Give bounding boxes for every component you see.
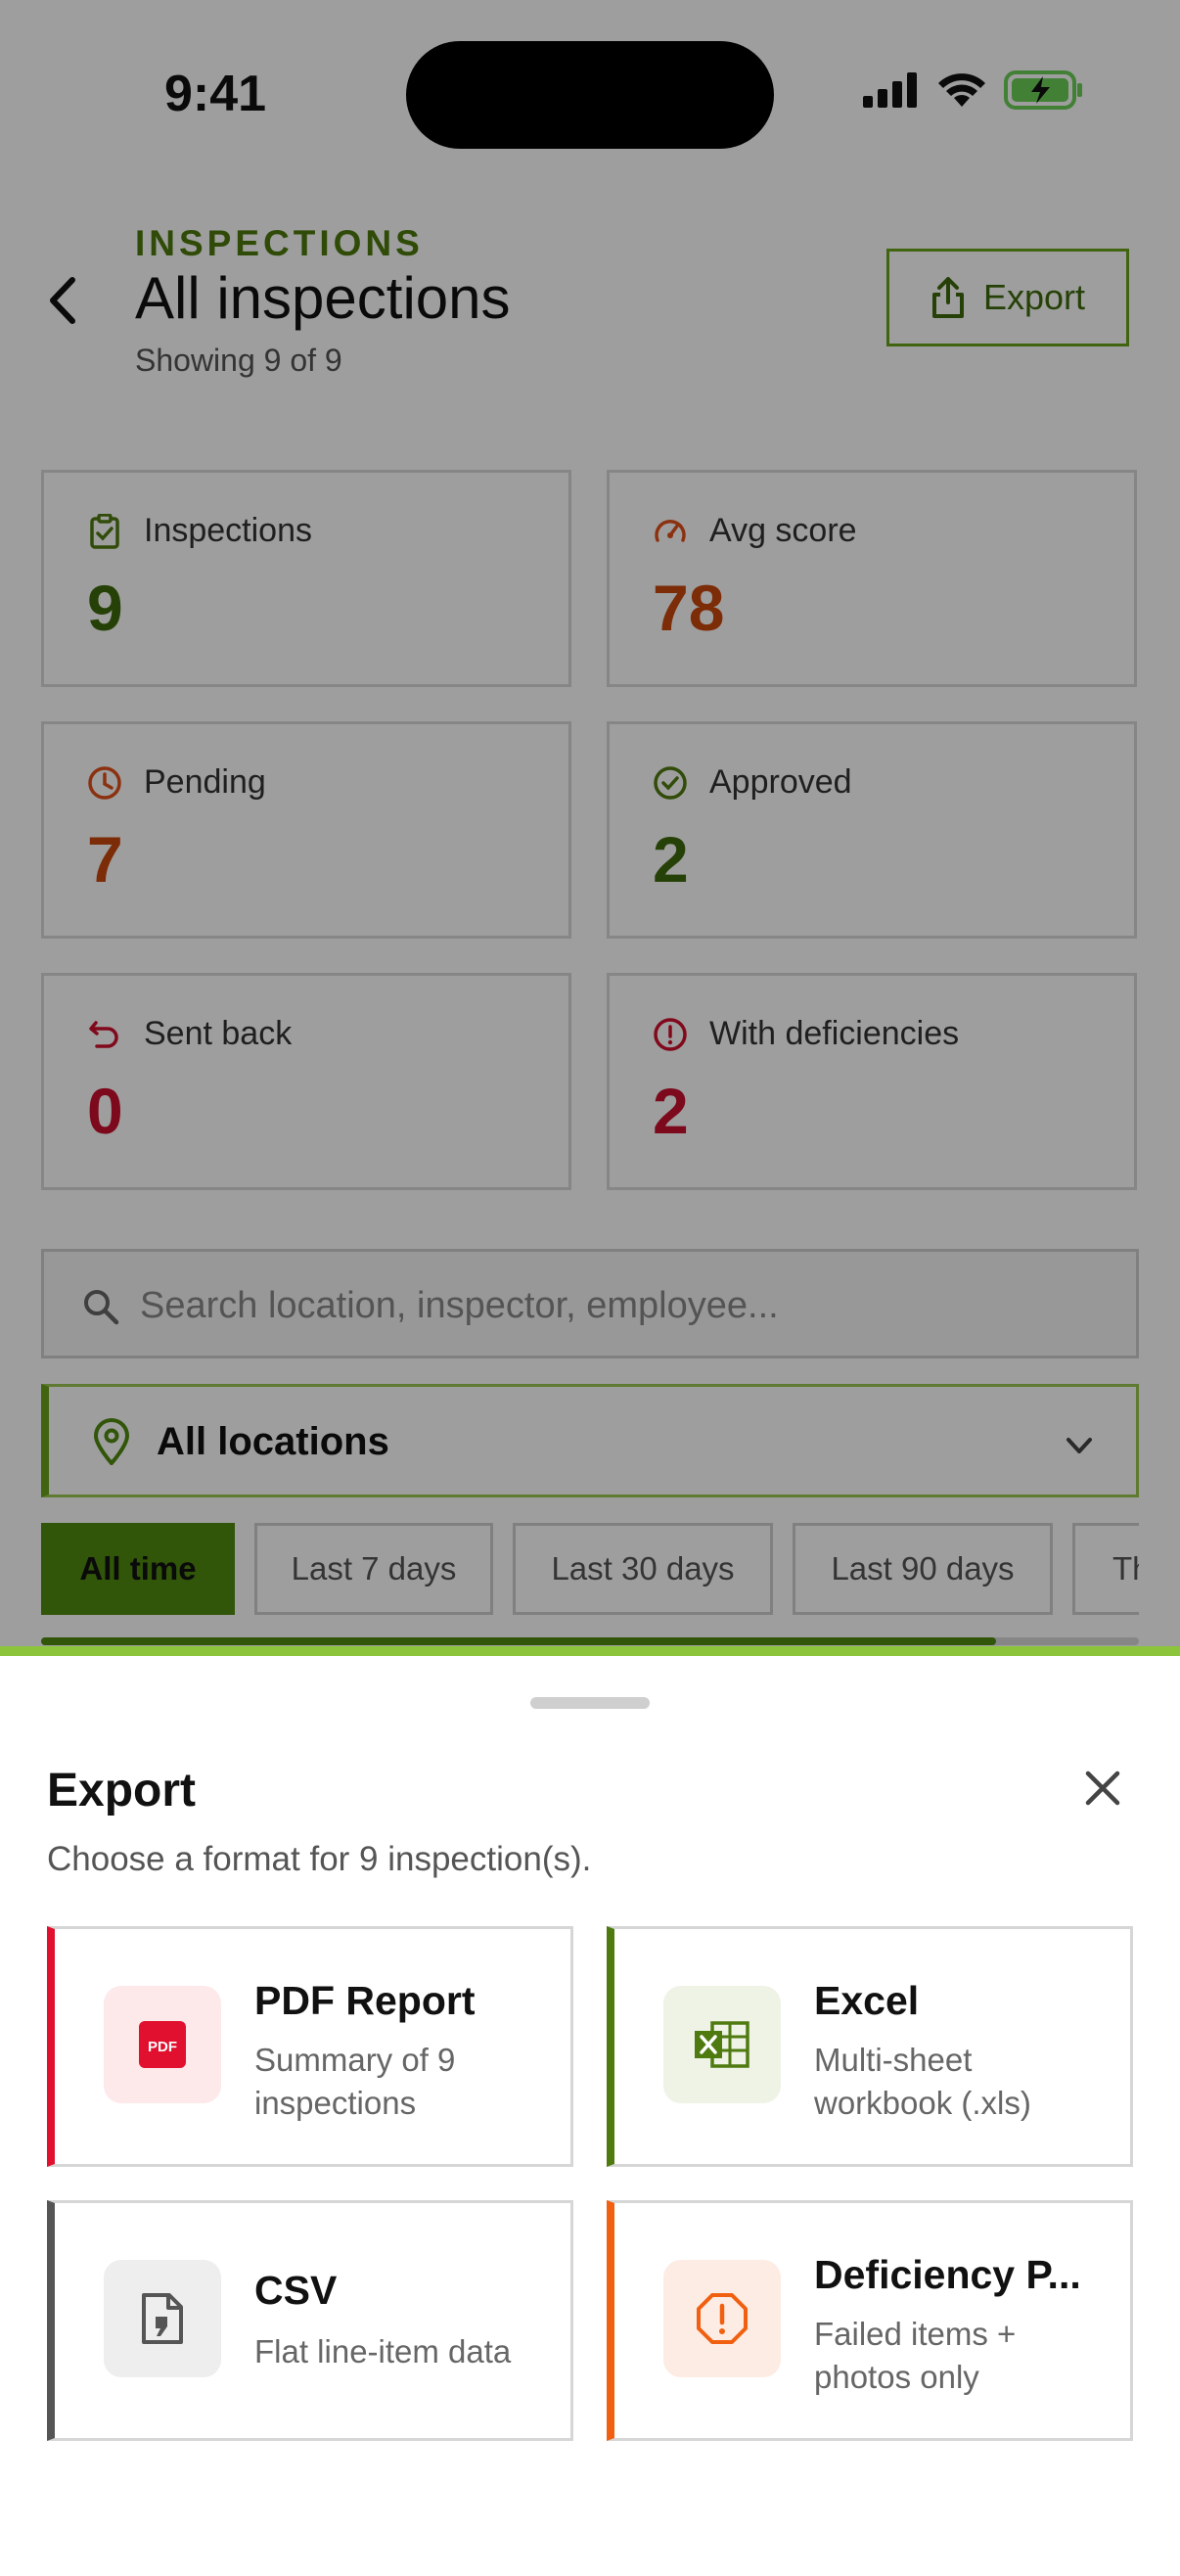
modal-backdrop[interactable] (0, 0, 1180, 1654)
csv-file-icon (104, 2260, 221, 2377)
export-option-desc: Flat line-item data (254, 2333, 512, 2369)
pdf-icon: PDF (104, 1986, 221, 2103)
export-option-csv[interactable]: CSV Flat line-item data (47, 2200, 573, 2441)
close-icon[interactable] (1080, 1766, 1125, 1811)
export-option-desc: Failed items + photos only (814, 2316, 1017, 2395)
export-option-title: Excel (814, 1978, 920, 2023)
export-option-pdf[interactable]: PDF PDF Report Summary of 9 inspections (47, 1926, 573, 2167)
export-option-excel[interactable]: Excel Multi-sheet workbook (.xls) (607, 1926, 1133, 2167)
export-bottom-sheet: Export Choose a format for 9 inspection(… (0, 1646, 1180, 2576)
export-option-title: CSV (254, 2268, 338, 2313)
svg-text:PDF: PDF (148, 2039, 177, 2055)
alert-octagon-icon (663, 2260, 781, 2377)
sheet-title: Export (47, 1765, 197, 1817)
export-option-desc: Summary of 9 inspections (254, 2042, 456, 2121)
export-option-title: PDF Report (254, 1978, 476, 2023)
sheet-subtitle: Choose a format for 9 inspection(s). (47, 1840, 592, 1878)
export-option-deficiency[interactable]: Deficiency P... Failed items + photos on… (607, 2200, 1133, 2441)
sheet-drag-handle[interactable] (530, 1697, 650, 1709)
export-option-title: Deficiency P... (814, 2252, 1081, 2297)
export-option-desc: Multi-sheet workbook (.xls) (814, 2042, 1031, 2121)
excel-icon (663, 1986, 781, 2103)
